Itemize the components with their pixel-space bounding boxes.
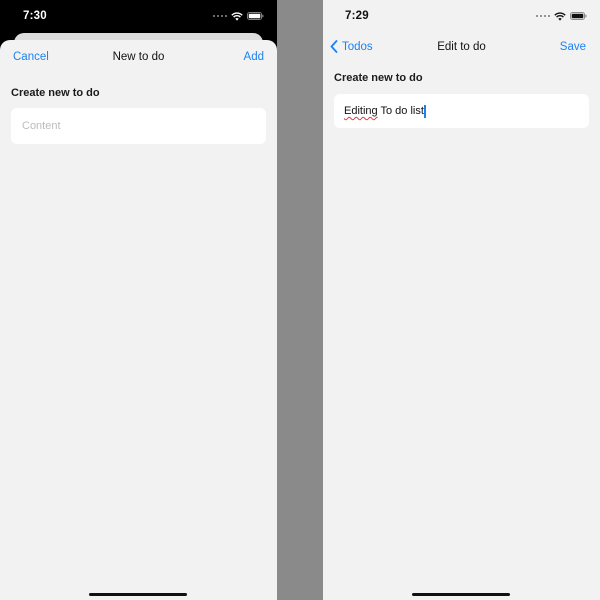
new-todo-screen: 7:30 Cancel New to do Add Create new to … <box>0 0 277 600</box>
wifi-icon <box>554 11 566 21</box>
status-bar: 7:29 <box>323 0 600 30</box>
home-indicator <box>89 592 187 596</box>
battery-icon <box>570 12 587 20</box>
add-button[interactable]: Add <box>244 51 264 63</box>
text-cursor <box>424 104 426 118</box>
status-time: 7:29 <box>345 10 369 22</box>
navigation-bar: Cancel New to do Add <box>0 40 277 76</box>
cellular-signal-icon <box>212 14 227 18</box>
status-bar: 7:30 <box>0 0 277 33</box>
home-indicator <box>412 592 510 596</box>
page-title: New to do <box>112 51 165 63</box>
misspelled-word: Editing <box>344 105 378 117</box>
save-button[interactable]: Save <box>560 41 586 53</box>
battery-icon <box>247 12 264 20</box>
content-input[interactable]: Content <box>11 108 266 144</box>
status-icons <box>535 11 588 21</box>
content-input[interactable]: Editing To do list <box>334 94 589 128</box>
modal-sheet: Cancel New to do Add Create new to do Co… <box>0 40 277 600</box>
navigation-bar: Todos Edit to do Save <box>323 30 600 64</box>
edit-todo-screen: 7:29 Todos Edit to do Save Create new to… <box>323 0 600 600</box>
content-placeholder: Content <box>22 120 61 132</box>
page-title: Edit to do <box>437 41 486 53</box>
section-header: Create new to do <box>11 87 100 99</box>
content-value: To do list <box>377 105 424 117</box>
status-time: 7:30 <box>23 10 47 22</box>
wifi-icon <box>231 11 243 21</box>
cellular-signal-icon <box>535 14 550 18</box>
status-icons <box>212 11 265 21</box>
section-header: Create new to do <box>334 72 423 84</box>
